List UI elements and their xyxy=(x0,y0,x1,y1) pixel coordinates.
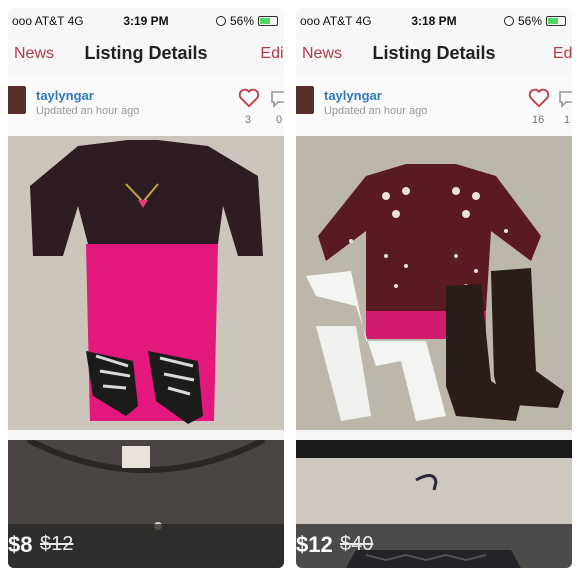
updated-time: Updated an hour ago xyxy=(324,105,428,117)
listing-photo[interactable] xyxy=(8,136,284,430)
alarm-lock-icon xyxy=(503,16,514,26)
alarm-lock-icon xyxy=(215,16,226,26)
status-right: 56% xyxy=(215,14,278,28)
edit-button[interactable]: Edit xyxy=(260,45,284,63)
listing-screen-right: ooo AT&T 4G 3:18 PM 56% News Listing Det… xyxy=(296,8,572,568)
avatar[interactable] xyxy=(8,86,26,114)
comment-icon[interactable] xyxy=(270,90,284,108)
navigation-bar: News Listing Details Edi xyxy=(296,34,572,75)
comment-icon[interactable] xyxy=(558,90,572,108)
battery-icon xyxy=(546,16,566,26)
heart-icon[interactable] xyxy=(528,88,550,108)
avatar[interactable] xyxy=(296,86,314,114)
like-count: 16 xyxy=(532,114,545,126)
updated-time: Updated an hour ago xyxy=(36,105,140,117)
heart-icon[interactable] xyxy=(238,88,260,108)
price-bar: $8 $12 xyxy=(8,524,284,568)
page-title: Listing Details xyxy=(372,43,496,63)
like-count: 3 xyxy=(245,114,252,126)
current-price: $12 xyxy=(296,532,333,557)
seller-username[interactable]: taylyngar xyxy=(324,88,382,103)
comment-count: 1 xyxy=(564,114,571,126)
battery-percent: 56% xyxy=(229,14,254,28)
page-title: Listing Details xyxy=(84,43,208,63)
listing-photo[interactable] xyxy=(296,136,572,430)
status-right: 56% xyxy=(503,14,566,28)
status-bar: ooo AT&T 4G 3:19 PM 56% xyxy=(8,8,284,34)
listing-screen-left: ooo AT&T 4G 3:19 PM 56% News Listing Det… xyxy=(8,8,284,568)
seller-username[interactable]: taylyngar xyxy=(36,88,94,103)
battery-icon xyxy=(258,16,278,26)
current-price: $8 xyxy=(8,532,33,557)
original-price: $40 xyxy=(340,533,374,555)
comment-count: 0 xyxy=(276,114,283,126)
seller-row: taylyngar Updated an hour ago 3 0 xyxy=(8,74,284,137)
seller-row: taylyngar Updated an hour ago 16 1 xyxy=(296,74,572,137)
status-bar: ooo AT&T 4G 3:18 PM 56% xyxy=(296,8,572,34)
original-price: $12 xyxy=(40,533,74,555)
price-bar: $12 $40 xyxy=(296,524,572,568)
navigation-bar: News Listing Details Edit xyxy=(8,34,284,75)
battery-percent: 56% xyxy=(517,14,542,28)
edit-button[interactable]: Edi xyxy=(553,45,572,63)
